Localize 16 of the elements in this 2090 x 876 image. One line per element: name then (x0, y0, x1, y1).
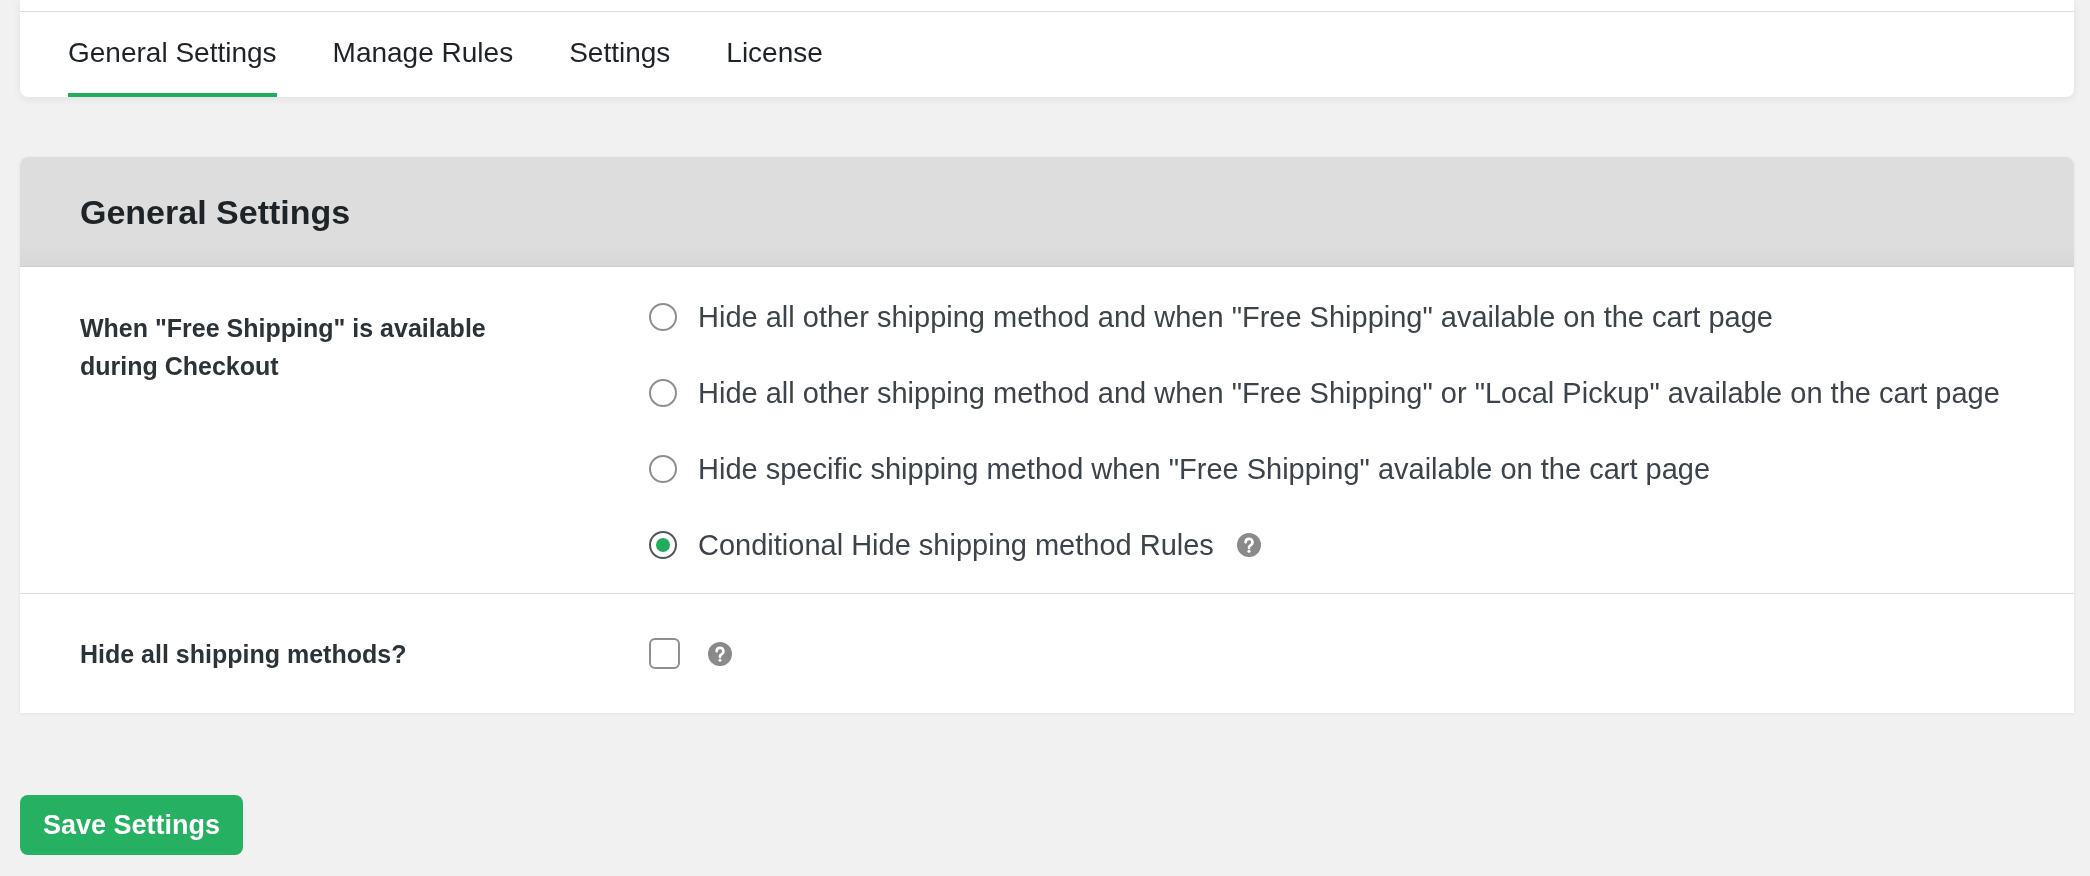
panel-title: General Settings (80, 192, 352, 232)
checkbox[interactable] (649, 638, 680, 669)
tab[interactable]: License (726, 12, 823, 97)
radio-button[interactable] (649, 531, 677, 559)
option-label: Hide all other shipping method and when "Free Shipping" or "Local Pickup" available on the cart page (698, 376, 2000, 410)
field-label: Hide all shipping methods? (80, 638, 408, 670)
radio-button[interactable] (649, 303, 677, 331)
tab[interactable]: Manage Rules (332, 12, 514, 97)
radio-button[interactable] (649, 379, 677, 407)
option-label: Hide specific shipping method when "Free Shipping" available on the cart page (698, 452, 1711, 486)
field-label: When "Free Shipping" is available during Checkout (80, 313, 487, 382)
tab[interactable]: Settings (569, 12, 671, 97)
tab[interactable]: General Settings (68, 12, 277, 97)
radio-button[interactable] (649, 455, 677, 483)
option-label: Conditional Hide shipping method Rules (698, 528, 1214, 562)
option-label: Hide all other shipping method and when "Free Shipping" available on the cart page (698, 300, 1773, 334)
